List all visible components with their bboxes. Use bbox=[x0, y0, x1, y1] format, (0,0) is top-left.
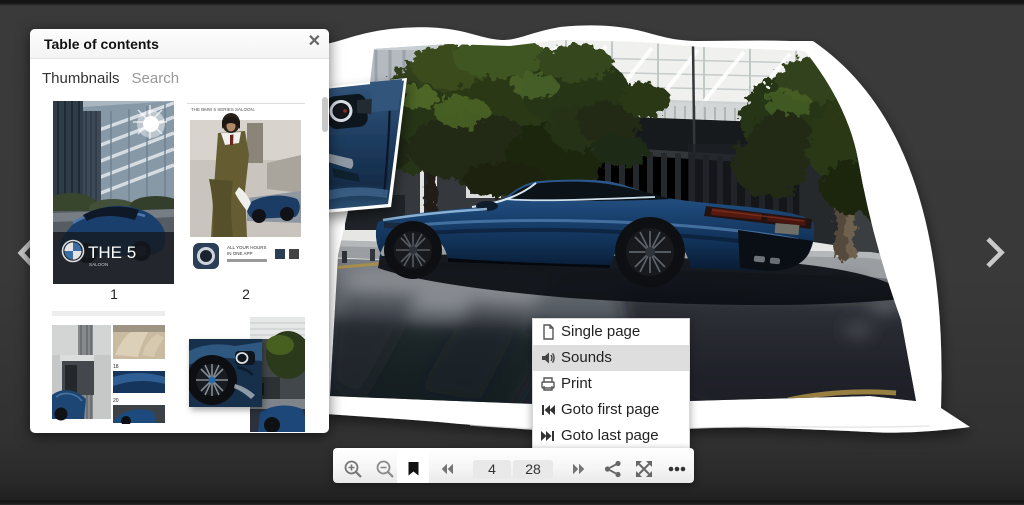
svg-text:20: 20 bbox=[113, 398, 119, 404]
svg-text:THE BMW 5 SERIES SALOON.: THE BMW 5 SERIES SALOON. bbox=[191, 107, 255, 112]
svg-text:IN ONE APP: IN ONE APP bbox=[227, 251, 253, 256]
svg-text:18: 18 bbox=[113, 364, 119, 370]
svg-text:ALL YOUR HOURS: ALL YOUR HOURS bbox=[227, 245, 267, 250]
svg-text:SALOON: SALOON bbox=[89, 262, 108, 267]
svg-text:THE 5: THE 5 bbox=[88, 243, 136, 262]
